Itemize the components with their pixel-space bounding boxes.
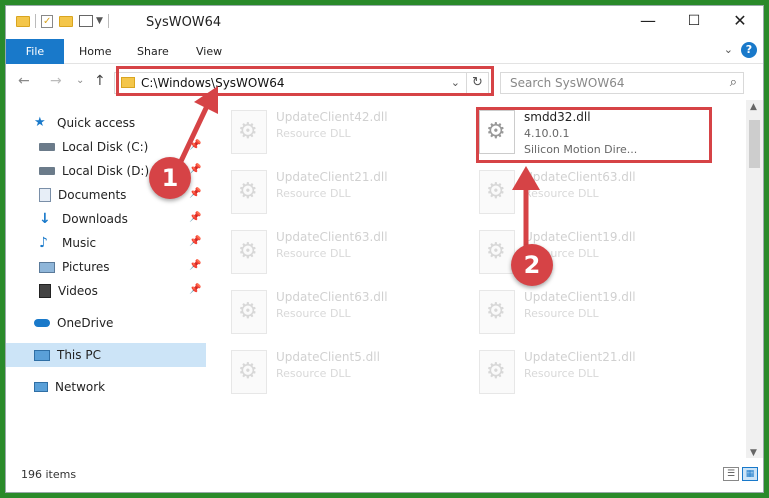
pin-icon[interactable]: 📌 — [189, 284, 201, 295]
pictures-icon — [39, 261, 55, 273]
videos-icon — [39, 284, 51, 298]
list-item[interactable]: ⚙ UpdateClient21.dll Resource DLL — [462, 342, 707, 400]
dll-file-icon: ⚙ — [231, 290, 267, 334]
download-icon: ↓ — [39, 211, 51, 227]
close-button[interactable]: ✕ — [717, 6, 763, 36]
sidebar-item-label: Music — [62, 236, 97, 250]
documents-icon — [39, 188, 51, 202]
vertical-scrollbar[interactable]: ▲ ▼ — [746, 100, 763, 460]
quick-access-toolbar: ✓ ▼ — [16, 14, 114, 28]
folder-icon — [16, 15, 30, 27]
tab-file[interactable]: File — [6, 39, 64, 64]
list-item[interactable]: ⚙ UpdateClient21.dll Resource DLL — [214, 162, 459, 220]
customize-qa-icon[interactable] — [79, 15, 93, 27]
cloud-icon — [34, 319, 50, 327]
sidebar-item-onedrive[interactable]: OneDrive — [6, 311, 206, 335]
list-item[interactable]: ⚙ UpdateClient42.dll Resource DLL — [214, 102, 459, 160]
gear-icon: ⚙ — [486, 299, 506, 324]
step-2-badge: 2 — [511, 244, 553, 286]
new-folder-icon[interactable] — [59, 15, 73, 27]
file-highlight-box — [476, 107, 712, 163]
dll-file-icon: ⚙ — [479, 290, 515, 334]
scroll-down-icon[interactable]: ▼ — [750, 448, 757, 458]
sidebar-item-label: OneDrive — [57, 316, 114, 330]
back-button[interactable]: ← — [18, 73, 30, 89]
list-item[interactable]: ⚙ UpdateClient19.dll Resource DLL — [462, 222, 707, 280]
search-icon[interactable]: ⌕ — [730, 75, 737, 90]
toolbar-divider — [35, 14, 36, 28]
dll-file-icon: ⚙ — [231, 170, 267, 214]
tab-share[interactable]: Share — [137, 39, 169, 64]
sidebar-item-pictures[interactable]: Pictures 📌 — [6, 255, 206, 279]
music-icon: ♪ — [39, 235, 48, 251]
list-item[interactable]: ⚙ UpdateClient63.dll Resource DLL — [462, 162, 707, 220]
minimize-button[interactable]: — — [625, 6, 671, 36]
sidebar-item-label: Local Disk (C:) — [62, 140, 149, 154]
window-title: SysWOW64 — [146, 15, 222, 30]
sidebar-item-music[interactable]: ♪ Music 📌 — [6, 231, 206, 255]
sidebar-item-downloads[interactable]: ↓ Downloads 📌 — [6, 207, 206, 231]
sidebar-item-label: This PC — [57, 348, 101, 362]
network-icon — [34, 382, 48, 392]
gear-icon: ⚙ — [238, 239, 258, 264]
sidebar-item-label: Network — [55, 380, 106, 394]
sidebar-item-network[interactable]: Network — [6, 375, 206, 399]
recent-locations-button[interactable]: ⌄ — [76, 75, 84, 86]
toolbar-divider — [107, 14, 109, 28]
list-item[interactable]: ⚙ UpdateClient63.dll Resource DLL — [214, 222, 459, 280]
gear-icon: ⚙ — [238, 119, 258, 144]
sidebar-item-label: Downloads — [62, 212, 128, 226]
list-item[interactable]: ⚙ UpdateClient63.dll Resource DLL — [214, 282, 459, 340]
chevron-down-icon[interactable]: ▼ — [96, 16, 103, 26]
tab-home[interactable]: Home — [79, 39, 111, 64]
sidebar-item-label: Quick access — [57, 116, 136, 130]
search-input[interactable]: Search SysWOW64 ⌕ — [500, 72, 744, 94]
dll-file-icon: ⚙ — [231, 350, 267, 394]
sidebar-item-label: Videos — [58, 284, 98, 298]
dll-file-icon: ⚙ — [231, 230, 267, 274]
list-item[interactable]: ⚙ UpdateClient5.dll Resource DLL — [214, 342, 459, 400]
gear-icon: ⚙ — [486, 239, 506, 264]
pin-icon[interactable]: 📌 — [189, 212, 201, 223]
sidebar-item-label: Documents — [58, 188, 127, 202]
gear-icon: ⚙ — [238, 359, 258, 384]
gear-icon: ⚙ — [486, 179, 506, 204]
dll-file-icon: ⚙ — [479, 350, 515, 394]
pin-icon[interactable]: 📌 — [189, 260, 201, 271]
tab-view[interactable]: View — [196, 39, 222, 64]
drive-icon — [39, 143, 55, 151]
scroll-up-icon[interactable]: ▲ — [750, 102, 757, 112]
properties-icon[interactable]: ✓ — [41, 14, 53, 28]
step-1-badge: 1 — [149, 157, 191, 199]
gear-icon: ⚙ — [238, 299, 258, 324]
large-icons-view-icon[interactable]: ▦ — [742, 467, 758, 481]
dll-file-icon: ⚙ — [231, 110, 267, 154]
title-bar: ✓ ▼ SysWOW64 — ☐ ✕ — [6, 6, 763, 39]
sidebar-item-this-pc[interactable]: This PC — [6, 343, 206, 367]
pin-icon[interactable]: 📌 — [189, 188, 201, 199]
list-item[interactable]: ⚙ UpdateClient19.dll Resource DLL — [462, 282, 707, 340]
ribbon-tabs: File Home Share View ⌄ ? — [6, 39, 763, 64]
item-count: 196 items — [21, 468, 77, 481]
up-button[interactable]: ↑ — [94, 73, 106, 89]
scrollbar-thumb[interactable] — [749, 120, 760, 168]
search-placeholder: Search SysWOW64 — [510, 76, 625, 90]
star-icon: ★ — [34, 115, 46, 130]
pin-icon[interactable]: 📌 — [189, 236, 201, 247]
maximize-button[interactable]: ☐ — [671, 6, 717, 36]
forward-button[interactable]: → — [50, 73, 62, 89]
explorer-window: ✓ ▼ SysWOW64 — ☐ ✕ File Home Share View … — [5, 5, 764, 493]
help-icon[interactable]: ? — [741, 42, 757, 58]
drive-icon — [39, 167, 55, 175]
gear-icon: ⚙ — [238, 179, 258, 204]
sidebar-item-label: Pictures — [62, 260, 110, 274]
status-bar: 196 items ☰ ▦ — [6, 458, 763, 492]
sidebar-item-label: Local Disk (D:) — [62, 164, 150, 178]
gear-icon: ⚙ — [486, 359, 506, 384]
details-view-icon[interactable]: ☰ — [723, 467, 739, 481]
sidebar-item-videos[interactable]: Videos 📌 — [6, 279, 206, 303]
computer-icon — [34, 349, 50, 361]
expand-ribbon-icon[interactable]: ⌄ — [724, 43, 733, 56]
